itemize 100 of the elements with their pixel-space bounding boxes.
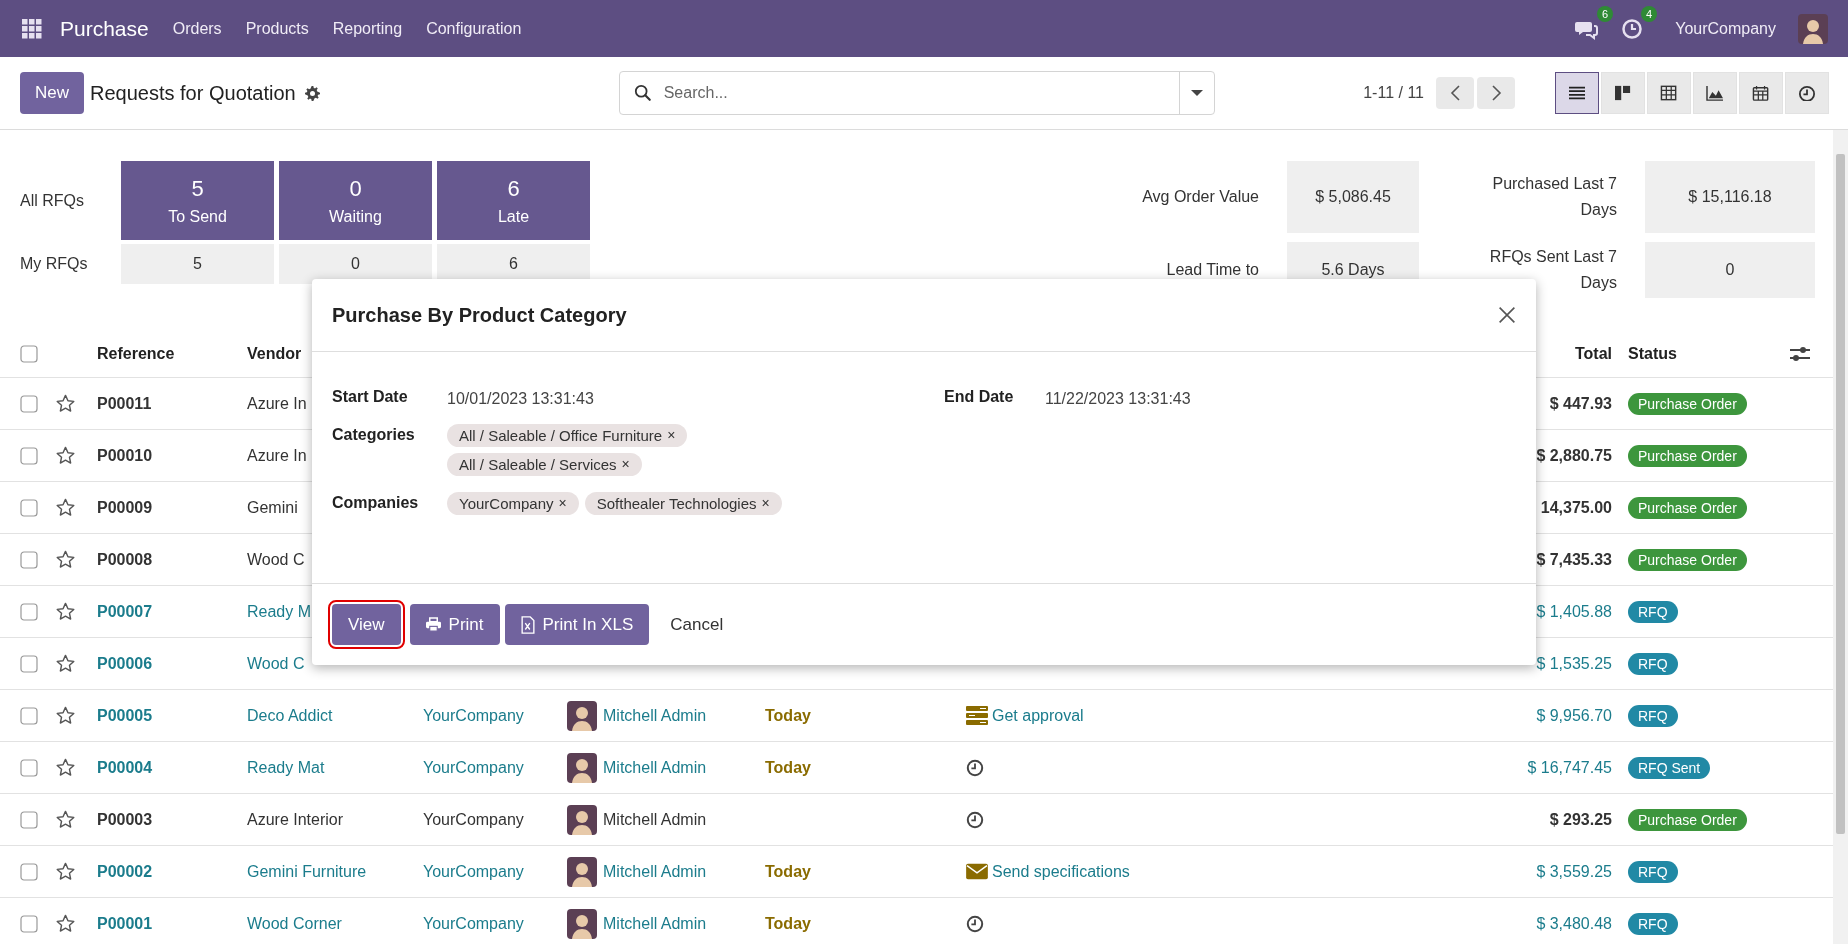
checkbox[interactable] [20, 446, 38, 465]
star-icon[interactable] [56, 550, 75, 569]
status-badge: RFQ [1628, 912, 1678, 935]
star-icon[interactable] [56, 602, 75, 621]
status-badge: Purchase Order [1628, 392, 1747, 415]
clock-icon[interactable] [966, 758, 984, 777]
table-cell: P00002 [97, 862, 153, 881]
table-cell: Azure In [247, 446, 307, 465]
clock-icon[interactable] [966, 810, 984, 829]
star-icon[interactable] [56, 810, 75, 829]
remove-tag-button[interactable]: × [558, 495, 567, 512]
stat-cell[interactable]: 5 [121, 244, 274, 284]
filter-tile[interactable]: 5 To Send [121, 161, 274, 240]
print-xls-button[interactable]: Print In XLS [504, 604, 650, 645]
remove-tag-button[interactable]: × [761, 495, 770, 512]
cancel-button[interactable]: Cancel [654, 604, 740, 645]
checkbox[interactable] [20, 498, 38, 517]
star-icon[interactable] [56, 706, 75, 725]
app-name-link[interactable]: Purchase [60, 16, 149, 41]
close-icon[interactable] [1498, 306, 1516, 324]
caret-icon[interactable] [1190, 90, 1203, 96]
search-bar[interactable]: Search... [618, 71, 1215, 115]
stat-value: $ 5,086.45 [1287, 161, 1419, 233]
stat-value: 0 [1645, 242, 1815, 298]
remove-tag-button[interactable]: × [621, 456, 630, 473]
column-header[interactable]: Status [1628, 344, 1677, 363]
chevron-right-icon [1490, 85, 1502, 101]
star-icon[interactable] [56, 862, 75, 881]
clock-icon[interactable] [966, 914, 984, 933]
column-header[interactable]: Vendor [247, 344, 302, 363]
table-cell: YourCompany [423, 914, 524, 933]
apps-menu-icon[interactable] [22, 18, 42, 39]
table-cell: $ 2,880.75 [1536, 446, 1612, 465]
filter-tile[interactable]: 6 Late [437, 161, 590, 240]
row-label: My RFQs [20, 255, 89, 273]
star-icon[interactable] [56, 446, 75, 465]
checkbox[interactable] [20, 394, 38, 413]
star-icon[interactable] [56, 758, 75, 777]
date-field[interactable]: 10/01/2023 13:31:43 [447, 386, 594, 408]
status-badge: RFQ [1628, 600, 1678, 623]
activity-summary[interactable]: Get approval [992, 706, 1084, 725]
checkbox[interactable] [20, 862, 38, 881]
checkbox[interactable] [20, 758, 38, 777]
table-cell: YourCompany [423, 706, 524, 725]
view-switch-button[interactable] [1555, 72, 1599, 114]
table-cell: Today [765, 914, 811, 933]
stat-label: RFQs Sent Last 7 Days [1488, 247, 1617, 293]
checkbox[interactable] [20, 602, 38, 621]
column-header[interactable]: Reference [97, 344, 175, 363]
tag-label: Softhealer Technologies [596, 495, 757, 512]
table-cell: Today [765, 862, 811, 881]
status-badge: Purchase Order [1628, 548, 1747, 571]
checkbox[interactable] [20, 706, 38, 725]
envelope-icon[interactable] [966, 862, 988, 881]
user-name: Mitchell Admin [603, 810, 707, 829]
menu-item[interactable]: Reporting [332, 19, 403, 38]
scrollbar[interactable] [1833, 130, 1848, 944]
checkbox[interactable] [20, 654, 38, 673]
table-cell: P00008 [97, 550, 153, 569]
avatar[interactable] [1798, 13, 1828, 44]
remove-tag-button[interactable]: × [667, 427, 676, 444]
menu-item[interactable]: Products [245, 19, 309, 38]
filter-tile[interactable]: 0 Waiting [279, 161, 432, 240]
new-button[interactable]: New [20, 72, 84, 114]
print-button[interactable]: Print [409, 604, 500, 645]
column-header[interactable]: Total [1574, 344, 1612, 363]
stat-cell[interactable]: 0 [279, 244, 432, 284]
column-settings-icon[interactable] [1790, 344, 1810, 363]
table-cell: P00001 [97, 914, 153, 933]
stat-label: Purchased Last 7 Days [1491, 174, 1617, 220]
checkbox[interactable] [20, 810, 38, 829]
checkbox[interactable] [20, 914, 38, 933]
star-icon[interactable] [56, 654, 75, 673]
table-cell: Wood C [247, 654, 305, 673]
count-badge: 6 [1597, 5, 1614, 22]
user-name: Mitchell Admin [603, 706, 707, 725]
activity-summary[interactable]: Send specifications [992, 862, 1130, 881]
approval-icon[interactable] [966, 706, 988, 725]
menu-item[interactable]: Orders [172, 19, 222, 38]
gear-icon[interactable] [304, 85, 320, 101]
tag-label: YourCompany [459, 495, 554, 512]
star-icon[interactable] [56, 914, 75, 933]
menu-item[interactable]: Configuration [426, 19, 522, 38]
tag-label: All / Saleable / Services [459, 456, 617, 473]
tags-field[interactable]: All / Saleable / Office Furniture × All / Saleable / Services × [447, 424, 747, 476]
pager-text: 1-11 / 11 [1363, 84, 1424, 102]
table-cell: P00010 [97, 446, 153, 465]
table-cell: P00005 [97, 706, 153, 725]
star-icon[interactable] [56, 394, 75, 413]
status-badge: RFQ [1628, 704, 1678, 727]
company-switcher[interactable]: YourCompany [1675, 19, 1776, 38]
checkbox[interactable] [20, 550, 38, 569]
checkbox[interactable] [20, 344, 38, 363]
previous-button[interactable] [1436, 77, 1474, 109]
star-icon[interactable] [56, 498, 75, 517]
tag-label: All / Saleable / Office Furniture [459, 427, 663, 444]
date-field[interactable]: 11/22/2023 13:31:43 [1045, 386, 1191, 408]
next-button[interactable] [1477, 77, 1515, 109]
search-input[interactable]: Search... [663, 73, 1179, 113]
clock-icon[interactable] [1621, 17, 1644, 40]
